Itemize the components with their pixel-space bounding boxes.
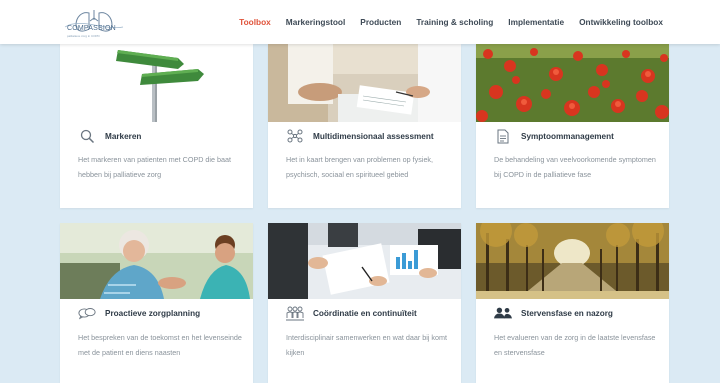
- magnifier-icon: [78, 128, 96, 144]
- card-description: De behandeling van veelvoorkomende sympt…: [494, 155, 656, 179]
- card-title: Proactieve zorgplanning: [105, 308, 201, 318]
- card-symptoommanagement[interactable]: Symptoommanagement De behandeling van ve…: [476, 44, 669, 208]
- nav-ontwikkeling-toolbox[interactable]: Ontwikkeling toolbox: [579, 17, 663, 27]
- nav-markeringstool[interactable]: Markeringstool: [286, 17, 345, 27]
- consultation-image: [268, 44, 461, 122]
- card-multidimensionaal-assessment[interactable]: Multidimensionaal assessment Het in kaar…: [268, 44, 461, 208]
- card-description: Het markeren van patienten met COPD die …: [78, 155, 232, 179]
- logo-subtitle: palliatieve zorg in COPD: [67, 34, 100, 38]
- network-icon: [286, 128, 304, 144]
- nav-training-scholing[interactable]: Training & scholing: [416, 17, 493, 27]
- card-description: Het evalueren van de zorg in de laatste …: [494, 333, 656, 357]
- site-header: COMPASSION palliatieve zorg in COPD Tool…: [0, 0, 720, 44]
- people-icon: [494, 305, 512, 321]
- caregiver-image: [60, 223, 253, 299]
- card-stervensfase-nazorg[interactable]: Stervensfase en nazorg Het evalueren van…: [476, 223, 669, 383]
- card-title: Markeren: [105, 131, 142, 141]
- meeting-image: [268, 223, 461, 299]
- card-title: Stervensfase en nazorg: [521, 308, 613, 318]
- autumn-lane-image: [476, 223, 669, 299]
- signpost-image: [60, 44, 253, 122]
- nav-implementatie[interactable]: Implementatie: [508, 17, 564, 27]
- card-description: Interdisciplinair samenwerken en wat daa…: [286, 333, 447, 357]
- compassion-logo[interactable]: COMPASSION palliatieve zorg in COPD: [64, 7, 124, 39]
- logo-title: COMPASSION: [67, 25, 116, 32]
- card-proactieve-zorgplanning[interactable]: Proactieve zorgplanning Het bespreken va…: [60, 223, 253, 383]
- card-title: Multidimensionaal assessment: [313, 131, 434, 141]
- card-coordinatie-continuiteit[interactable]: Coördinatie en continuïteit Interdiscipl…: [268, 223, 461, 383]
- poppy-field-image: [476, 44, 669, 122]
- card-markeren[interactable]: Markeren Het markeren van patienten met …: [60, 44, 253, 208]
- nav-producten[interactable]: Producten: [360, 17, 401, 27]
- card-title: Coördinatie en continuïteit: [313, 308, 417, 318]
- speech-bubbles-icon: [78, 305, 96, 321]
- card-description: Het bespreken van de toekomst en het lev…: [78, 333, 242, 357]
- card-title: Symptoommanagement: [521, 131, 614, 141]
- nav-toolbox[interactable]: Toolbox: [239, 17, 271, 27]
- document-icon: [494, 128, 512, 144]
- main-nav: Toolbox Markeringstool Producten Trainin…: [239, 0, 663, 44]
- team-icon: [286, 305, 304, 321]
- card-description: Het in kaart brengen van problemen op fy…: [286, 155, 434, 179]
